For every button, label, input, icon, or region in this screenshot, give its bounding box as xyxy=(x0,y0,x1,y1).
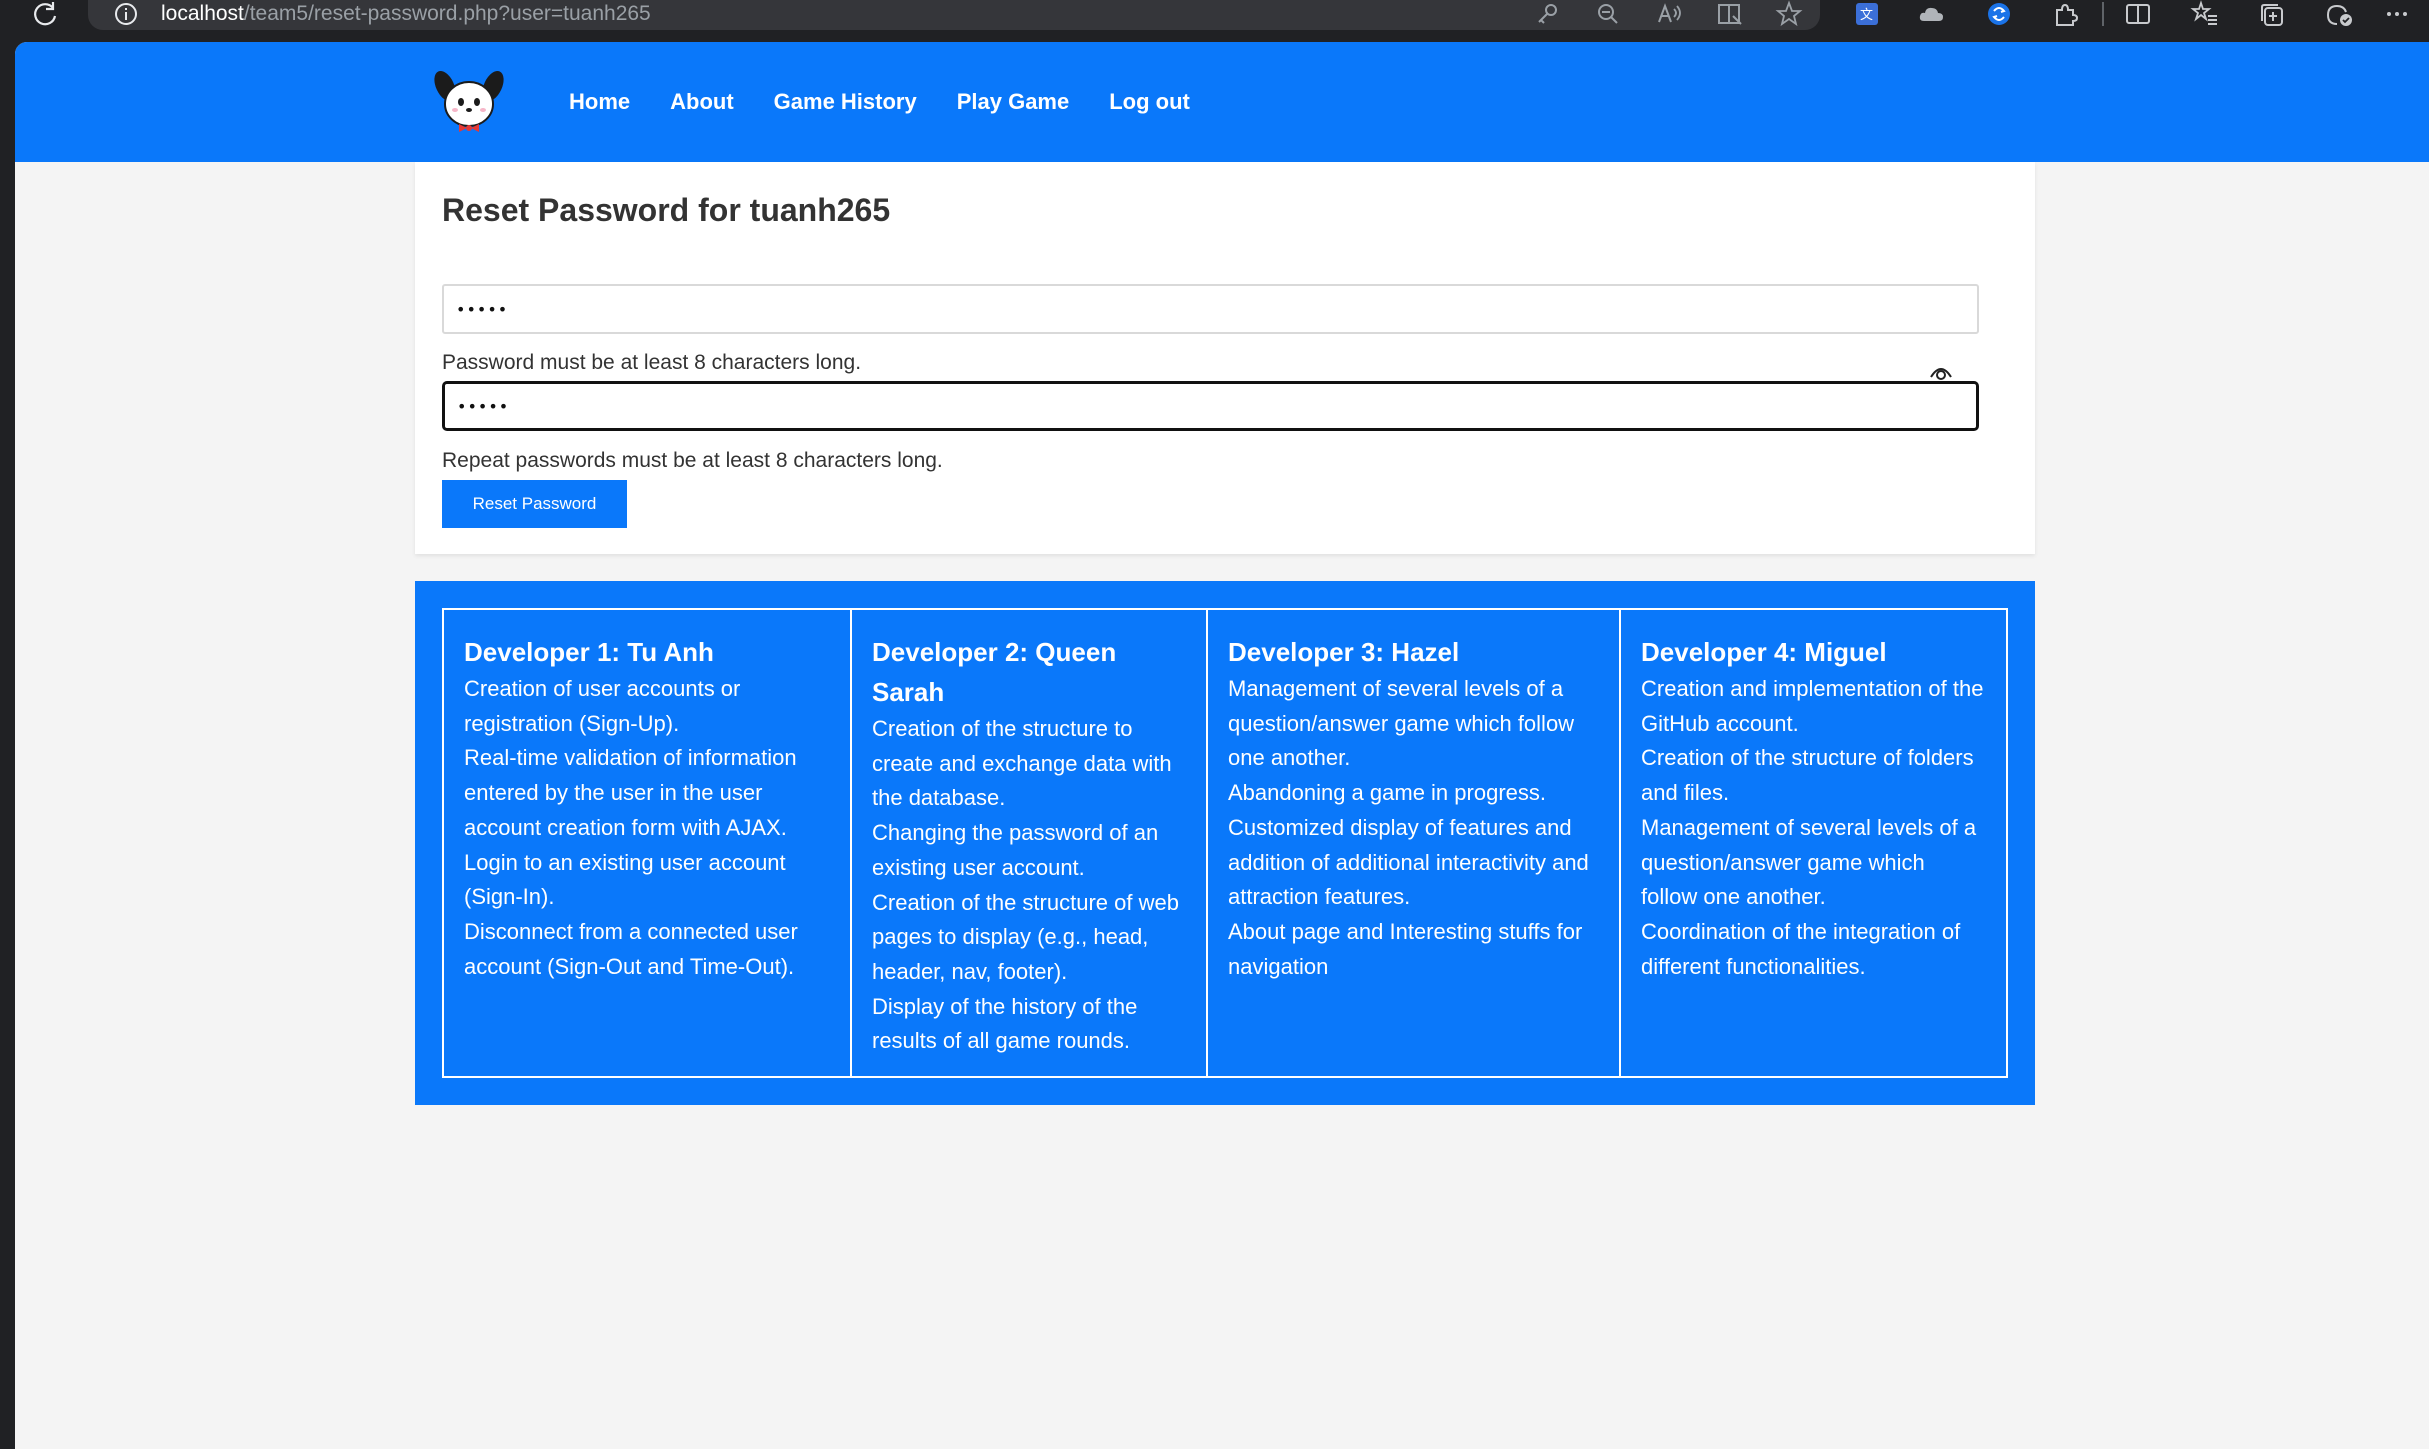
developer-title: Developer 4: Miguel xyxy=(1641,637,1887,667)
developer-task: Management of several levels of a questi… xyxy=(1228,676,1575,771)
repeat-password-hint: Repeat passwords must be at least 8 char… xyxy=(442,449,943,472)
more-menu-icon[interactable] xyxy=(2380,0,2414,30)
developer-task: Abandoning a game in progress. xyxy=(1228,780,1546,806)
cloud-extension-icon[interactable] xyxy=(1915,0,1949,30)
performance-icon[interactable] xyxy=(2322,0,2356,30)
nav-home-link[interactable]: Home xyxy=(569,84,630,120)
url-path: /team5/reset-password.php?user=tuanh265 xyxy=(243,2,651,25)
developer-task: Coordination of the integration of diffe… xyxy=(1641,918,1961,979)
url-text[interactable]: localhost/team5/reset-password.php?user=… xyxy=(161,0,651,28)
immersive-reader-icon[interactable] xyxy=(1713,0,1747,30)
developer-card: Developer 4: Miguel Creation and impleme… xyxy=(1621,610,2006,1076)
developer-task: Display of the history of the results of… xyxy=(872,993,1138,1054)
extensions-icon[interactable] xyxy=(2048,0,2082,30)
site-navbar: Home About Game History Play Game Log ou… xyxy=(15,42,2429,162)
developer-title: Developer 3: Hazel xyxy=(1228,637,1460,667)
developer-task: Creation of user accounts or registratio… xyxy=(464,676,741,736)
key-icon[interactable] xyxy=(1530,0,1564,30)
developer-task: Creation and implementation of the GitHu… xyxy=(1641,676,1984,736)
developers-section: Developer 1: Tu Anh Creation of user acc… xyxy=(415,581,2035,1105)
developer-card: Developer 2: Queen Sarah Creation of the… xyxy=(852,610,1208,1076)
page-viewport: Home About Game History Play Game Log ou… xyxy=(15,42,2429,1449)
collections-icon[interactable] xyxy=(2255,0,2289,30)
browser-toolbar: localhost/team5/reset-password.php?user=… xyxy=(0,0,2429,42)
toolbar-separator xyxy=(2102,2,2104,26)
nav-play-game-link[interactable]: Play Game xyxy=(957,84,1070,120)
nav-about-link[interactable]: About xyxy=(670,84,734,120)
developer-card: Developer 3: Hazel Management of several… xyxy=(1208,610,1621,1076)
nav-log-out-link[interactable]: Log out xyxy=(1109,84,1190,120)
password-hint: Password must be at least 8 characters l… xyxy=(442,351,862,374)
translate-extension-icon[interactable]: 文 xyxy=(1850,0,1884,30)
developer-task: Creation of the structure to create and … xyxy=(872,716,1172,811)
split-screen-icon[interactable] xyxy=(2121,0,2155,30)
developer-task: Changing the password of an existing use… xyxy=(872,820,1159,880)
blue-extension-icon[interactable] xyxy=(1982,0,2016,30)
developer-task: Real-time validation of information ente… xyxy=(464,745,797,840)
developer-card: Developer 1: Tu Anh Creation of user acc… xyxy=(444,610,852,1076)
favorites-icon[interactable] xyxy=(2188,0,2222,30)
password-input[interactable] xyxy=(442,284,1979,334)
developer-title: Developer 2: Queen Sarah xyxy=(872,637,1117,707)
developer-task: Creation of the structure of web pages t… xyxy=(872,889,1179,984)
nav-links: Home About Game History Play Game Log ou… xyxy=(569,84,1190,120)
developer-task: Creation of the structure of folders and… xyxy=(1641,745,1974,806)
nav-game-history-link[interactable]: Game History xyxy=(774,84,917,120)
eye-icon[interactable] xyxy=(1923,355,1959,391)
reset-password-button[interactable]: Reset Password xyxy=(442,480,627,528)
developer-task: Customized display of features and addit… xyxy=(1228,814,1589,910)
developer-task: About page and Interesting stuffs for na… xyxy=(1228,918,1583,979)
mascot-logo-icon[interactable] xyxy=(433,64,505,140)
page-title: Reset Password for tuanh265 xyxy=(442,192,891,228)
developer-task: Login to an existing user account (Sign-… xyxy=(464,849,786,910)
developer-task: Management of several levels of a questi… xyxy=(1641,814,1977,910)
repeat-password-input[interactable] xyxy=(442,381,1979,431)
svg-text:文: 文 xyxy=(1860,8,1873,23)
developer-title: Developer 1: Tu Anh xyxy=(464,637,714,667)
favorite-star-icon[interactable] xyxy=(1772,0,1806,30)
zoom-out-icon[interactable] xyxy=(1591,0,1625,30)
url-host: localhost xyxy=(161,2,244,25)
developers-grid: Developer 1: Tu Anh Creation of user acc… xyxy=(442,608,2008,1078)
reload-icon[interactable] xyxy=(30,0,62,30)
info-icon[interactable] xyxy=(112,1,140,27)
developer-task: Disconnect from a connected user account… xyxy=(464,918,798,979)
read-aloud-icon[interactable] xyxy=(1652,0,1686,30)
reset-password-card: Reset Password for tuanh265 Password mus… xyxy=(415,162,2035,554)
